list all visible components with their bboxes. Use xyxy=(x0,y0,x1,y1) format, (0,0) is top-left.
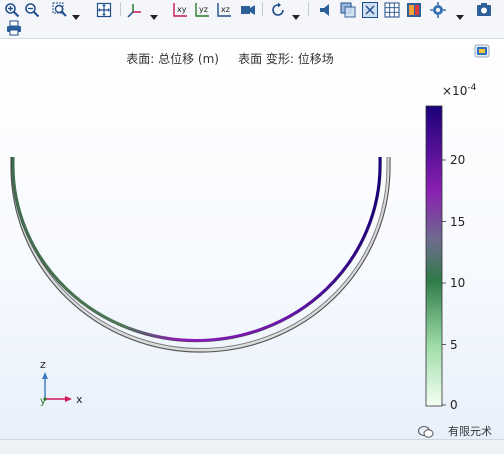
svg-text:xz: xz xyxy=(221,5,230,14)
axis-y-label: y xyxy=(40,396,46,407)
scene-light-dropdown-caret-icon[interactable] xyxy=(456,6,464,20)
camera-view-icon[interactable] xyxy=(240,2,256,18)
plot-title-surface: 表面: 总位移 (m) xyxy=(126,52,219,66)
zoom-in-icon[interactable] xyxy=(4,2,20,18)
axis-z-label: z xyxy=(40,358,46,371)
colorbar xyxy=(425,105,443,407)
print-icon[interactable] xyxy=(6,20,22,36)
axis-triad: z x y xyxy=(40,358,83,407)
yz-view-icon[interactable]: yz xyxy=(194,2,210,18)
transparency-icon[interactable] xyxy=(340,2,356,18)
grid-icon[interactable] xyxy=(384,2,400,18)
zoom-out-icon[interactable] xyxy=(24,2,40,18)
rotate-dropdown-caret-icon[interactable] xyxy=(292,6,300,20)
zoom-box-icon[interactable] xyxy=(52,2,68,18)
colorbar-tick-label: 5 xyxy=(450,338,458,352)
plot-canvas: 20 15 10 5 0 ×10-4 z x y xyxy=(10,83,477,412)
colorbar-ticks xyxy=(442,159,446,406)
colorbar-tick-label: 10 xyxy=(450,276,465,290)
watermark-text: 有限元术 xyxy=(448,425,492,438)
deformed-shell xyxy=(11,157,382,342)
colorbar-tick-label: 20 xyxy=(450,153,465,167)
render-icon[interactable] xyxy=(476,2,492,18)
selection-icon[interactable] xyxy=(362,2,378,18)
graphics-window[interactable]: 20 15 10 5 0 ×10-4 z x y xyxy=(0,39,504,439)
svg-text:xy: xy xyxy=(177,5,187,14)
status-bar xyxy=(0,439,504,454)
graphics-toolbar: xy yz xz xyxy=(0,0,504,39)
scene-light-icon[interactable] xyxy=(430,2,446,18)
colorbar-tick-label: 15 xyxy=(450,215,465,229)
deformed-shell-edge xyxy=(11,157,382,343)
plot-legend-toggle-icon[interactable] xyxy=(474,43,490,59)
light-icon[interactable] xyxy=(318,2,334,18)
zoom-dropdown-caret-icon[interactable] xyxy=(72,6,80,20)
undeformed-shell-inner xyxy=(13,157,388,349)
color-table-icon[interactable] xyxy=(406,2,422,18)
xz-view-icon[interactable]: xz xyxy=(216,2,232,18)
rotate-icon[interactable] xyxy=(270,2,286,18)
plot-title-deformation: 表面 变形: 位移场 xyxy=(238,52,334,66)
svg-text:yz: yz xyxy=(199,5,208,14)
axes-dropdown-caret-icon[interactable] xyxy=(150,6,158,20)
xy-view-icon[interactable]: xy xyxy=(172,2,188,18)
undeformed-shell-fill xyxy=(11,157,390,352)
zoom-extents-icon[interactable] xyxy=(96,2,112,18)
axis-x-label: x xyxy=(76,393,83,406)
axes-orientation-icon[interactable] xyxy=(127,2,143,18)
undeformed-shell-outer xyxy=(10,157,391,353)
colorbar-tick-label: 0 xyxy=(450,398,458,412)
colorbar-multiplier: ×10-4 xyxy=(442,83,477,98)
plot-title: 表面: 总位移 (m) 表面 变形: 位移场 xyxy=(0,50,460,67)
